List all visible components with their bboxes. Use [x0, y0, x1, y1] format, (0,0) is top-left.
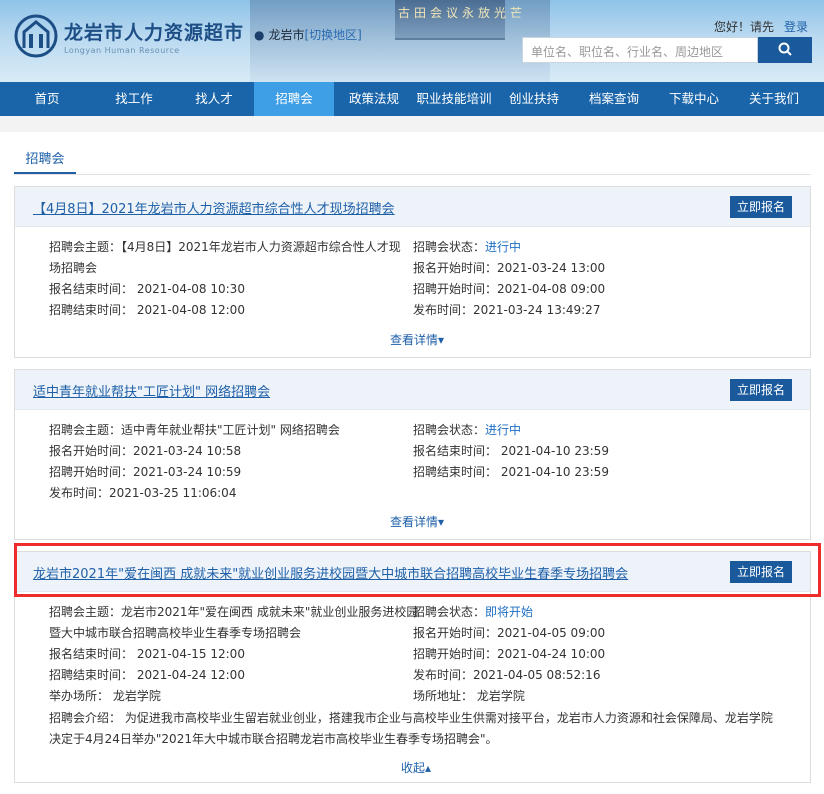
search-input[interactable]: 单位名、职位名、行业名、周边地区	[522, 37, 758, 63]
fair-theme-cont: 暨大中城市联合招聘高校毕业生春季专场招聘会	[49, 626, 302, 640]
fair-theme: 招聘会主题：龙岩市2021年"爱在闽西 成就未来"就业创业服务进校园	[49, 605, 419, 619]
reg-start-time: 报名开始时间：2021-03-24 13:00	[413, 261, 606, 275]
fair-end-time: 招聘结束时间： 2021-04-10 23:59	[413, 465, 609, 479]
fair-end-time: 招聘结束时间： 2021-04-08 12:00	[49, 303, 245, 317]
fair-status: 招聘会状态：进行中	[413, 420, 521, 440]
tab-divider	[14, 174, 811, 175]
toggle-label: 收起	[401, 761, 426, 775]
search-button[interactable]	[758, 37, 812, 63]
fair-start-time: 招聘开始时间：2021-04-08 09:00	[413, 282, 606, 296]
banner-slogan: 古田会议永放光芒	[398, 6, 527, 20]
fair-theme: 招聘会主题：【4月8日】2021年龙岩市人力资源超市综合性人才现	[49, 240, 401, 254]
apply-button[interactable]: 立即报名	[730, 379, 792, 401]
view-details-toggle[interactable]: 查看详情▾	[390, 331, 444, 348]
venue-address: 场所地址： 龙岩学院	[413, 689, 525, 703]
card-header: 【4月8日】2021年龙岩市人力资源超市综合性人才现场招聘会 立即报名	[15, 187, 810, 227]
collapse-toggle[interactable]: 收起▴	[401, 759, 431, 776]
login-link[interactable]: 登录	[784, 20, 808, 34]
selection-highlight-box	[14, 543, 821, 597]
organizer: 举办场所： 龙岩学院	[49, 689, 161, 703]
nav-job-fair[interactable]: 招聘会	[254, 82, 334, 116]
site-logo-icon[interactable]	[14, 14, 58, 58]
nav-home[interactable]: 首页	[0, 82, 94, 116]
fair-status: 招聘会状态：进行中	[413, 237, 521, 257]
reg-end-time: 报名结束时间： 2021-04-10 23:59	[413, 444, 609, 458]
nav-find-talent[interactable]: 找人才	[174, 82, 254, 116]
job-fair-title-link[interactable]: 【4月8日】2021年龙岩市人力资源超市综合性人才现场招聘会	[33, 198, 395, 217]
publish-time: 发布时间：2021-04-05 08:52:16	[413, 668, 601, 682]
fair-theme: 招聘会主题：适中青年就业帮扶"工匠计划" 网络招聘会	[49, 423, 340, 437]
status-badge: 进行中	[485, 240, 522, 254]
status-label: 招聘会状态：	[413, 605, 486, 619]
nav-download[interactable]: 下载中心	[654, 82, 734, 116]
main-nav: 首页 找工作 找人才 招聘会 政策法规 职业技能培训 创业扶持 档案查询 下载中…	[0, 82, 824, 116]
card-header: 适中青年就业帮扶"工匠计划" 网络招聘会 立即报名	[15, 370, 810, 410]
view-details-toggle[interactable]: 查看详情▾	[390, 513, 444, 530]
reg-end-time: 报名结束时间： 2021-04-15 12:00	[49, 647, 245, 661]
user-greeting: 您好！请先 登录	[714, 18, 808, 35]
nav-entrepreneurship[interactable]: 创业扶持	[494, 82, 574, 116]
reg-end-time: 报名结束时间： 2021-04-08 10:30	[49, 282, 245, 296]
nav-about[interactable]: 关于我们	[734, 82, 814, 116]
fair-intro-cont: 决定于4月24日举办"2021年大中城市联合招聘龙岩市高校毕业生春季专场招聘会"…	[49, 732, 498, 746]
location-selector: ● 龙岩市[切换地区]	[254, 26, 362, 43]
chevron-down-icon: ▾	[438, 515, 445, 529]
apply-button[interactable]: 立即报名	[730, 196, 792, 218]
fair-end-time: 招聘结束时间： 2021-04-24 12:00	[49, 668, 245, 682]
status-label: 招聘会状态：	[413, 240, 486, 254]
fair-start-time: 招聘开始时间：2021-04-24 10:00	[413, 647, 606, 661]
reg-start-time: 报名开始时间：2021-04-05 09:00	[413, 626, 606, 640]
reg-start-time: 报名开始时间：2021-03-24 10:58	[49, 444, 242, 458]
job-fair-title-link[interactable]: 适中青年就业帮扶"工匠计划" 网络招聘会	[33, 381, 270, 400]
search-icon	[778, 42, 792, 56]
status-label: 招聘会状态：	[413, 423, 486, 437]
site-header: 古田会议永放光芒 龙岩市人力资源超市 Longyan Human Resourc…	[0, 0, 824, 82]
toggle-label: 查看详情	[390, 333, 439, 347]
nav-archive[interactable]: 档案查询	[574, 82, 654, 116]
status-badge: 即将开始	[485, 605, 534, 619]
status-badge: 进行中	[485, 423, 522, 437]
job-fair-card: 【4月8日】2021年龙岩市人力资源超市综合性人才现场招聘会 立即报名 招聘会主…	[14, 186, 811, 358]
current-city: 龙岩市	[268, 28, 305, 42]
tab-job-fair[interactable]: 招聘会	[14, 148, 76, 174]
fair-intro: 招聘会介绍： 为促进我市高校毕业生留岩就业创业，搭建我市企业与高校毕业生供需对接…	[49, 711, 773, 725]
site-title[interactable]: 龙岩市人力资源超市	[64, 18, 244, 45]
location-pin-icon: ●	[254, 28, 265, 42]
publish-time: 发布时间：2021-03-24 13:49:27	[413, 303, 601, 317]
site-subtitle: Longyan Human Resource	[64, 46, 180, 55]
fair-start-time: 招聘开始时间：2021-03-24 10:59	[49, 465, 242, 479]
publish-time: 发布时间：2021-03-25 11:06:04	[49, 486, 237, 500]
chevron-down-icon: ▾	[438, 333, 445, 347]
nav-find-job[interactable]: 找工作	[94, 82, 174, 116]
job-fair-card: 适中青年就业帮扶"工匠计划" 网络招聘会 立即报名 招聘会主题：适中青年就业帮扶…	[14, 369, 811, 540]
nav-policy[interactable]: 政策法规	[334, 82, 414, 116]
chevron-up-icon: ▴	[425, 761, 432, 775]
greeting-text: 您好！请先	[714, 20, 775, 34]
nav-training[interactable]: 职业技能培训	[414, 82, 494, 116]
toggle-label: 查看详情	[390, 515, 439, 529]
fair-theme-cont: 场招聘会	[49, 261, 98, 275]
switch-region-link[interactable]: [切换地区]	[305, 28, 362, 42]
fair-status: 招聘会状态：即将开始	[413, 602, 533, 622]
